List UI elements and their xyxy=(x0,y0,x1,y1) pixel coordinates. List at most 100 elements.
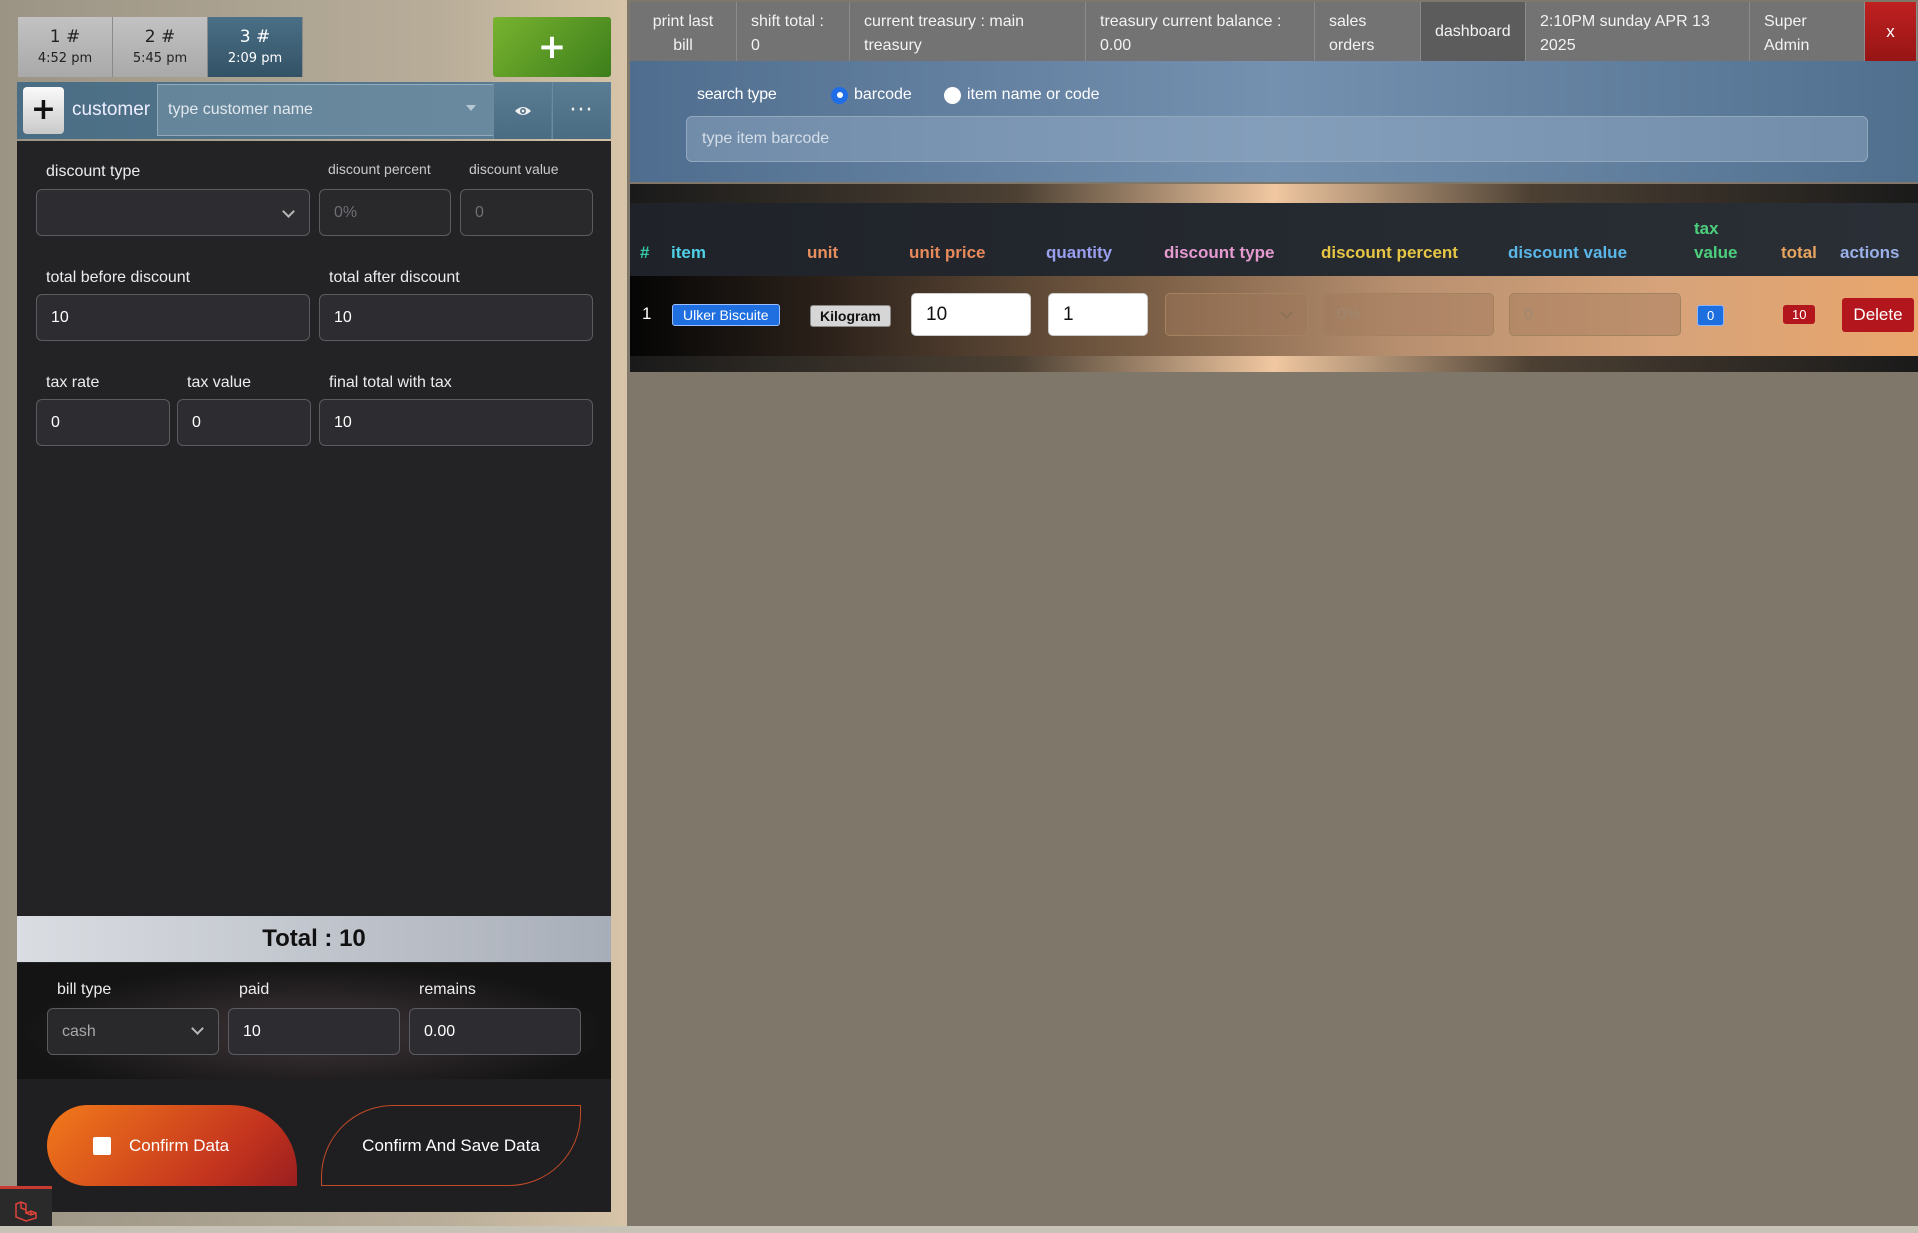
discount-value-label: discount value xyxy=(469,161,559,177)
th-actions: actions xyxy=(1840,243,1900,262)
taskbar xyxy=(0,1226,1918,1233)
th-unit-price: unit price xyxy=(909,243,986,262)
discount-type-label: discount type xyxy=(46,163,141,180)
row-discount-type-select[interactable] xyxy=(1165,293,1308,336)
total-before-discount-label: total before discount xyxy=(46,269,191,286)
th-discount-percent: discount percent xyxy=(1321,243,1458,262)
th-discount-value: discount value xyxy=(1508,243,1628,262)
tax-value-badge: 0 xyxy=(1697,305,1725,326)
total-after-discount-label: total after discount xyxy=(329,269,460,286)
confirm-and-save-button[interactable]: Confirm And Save Data xyxy=(321,1105,581,1186)
bill-type-select[interactable]: cash xyxy=(47,1008,219,1055)
eye-icon xyxy=(514,106,531,115)
bill-type-label: bill type xyxy=(57,981,112,998)
final-total-field[interactable]: 10 xyxy=(319,399,593,446)
discount-percent-input[interactable]: 0% xyxy=(319,189,451,236)
bill-tab-2[interactable]: 2 # 5:45 pm xyxy=(113,17,208,77)
bill-tab-time: 5:45 pm xyxy=(132,51,188,66)
grand-total: Total : 10 xyxy=(17,916,611,962)
pos-left-panel: 1 # 4:52 pm 2 # 5:45 pm 3 # 2:09 pm + + … xyxy=(0,0,627,1233)
row-total-badge: 10 xyxy=(1783,305,1816,324)
bill-tab-number: 1 # xyxy=(49,27,81,47)
caret-down-icon xyxy=(466,105,476,111)
item-option-label: item name or code xyxy=(967,86,1100,103)
bill-type-value: cash xyxy=(62,1022,96,1040)
final-total-label: final total with tax xyxy=(329,374,452,391)
discount-value-input[interactable]: 0 xyxy=(460,189,593,236)
confirm-area: Confirm Data Confirm And Save Data xyxy=(17,1079,611,1212)
view-customer-button[interactable] xyxy=(493,82,551,139)
remains-label: remains xyxy=(419,981,476,998)
paid-input[interactable]: 10 xyxy=(228,1008,400,1055)
chevron-down-icon xyxy=(1280,306,1293,319)
tax-rate-label: tax rate xyxy=(46,374,100,391)
th-unit: unit xyxy=(807,243,839,262)
remains-field[interactable]: 0.00 xyxy=(409,1008,581,1055)
discount-percent-label: discount percent xyxy=(328,161,431,177)
delete-row-button[interactable]: Delete xyxy=(1842,298,1914,332)
unit-price-input[interactable]: 10 xyxy=(911,293,1031,336)
bill-tab-1[interactable]: 1 # 4:52 pm xyxy=(18,17,113,77)
quantity-input[interactable]: 1 xyxy=(1048,293,1148,336)
tax-value-label: tax value xyxy=(187,374,252,391)
top-nav: print last bill shift total : 0 current … xyxy=(630,2,1918,61)
chevron-down-icon xyxy=(191,1022,204,1035)
add-bill-button[interactable]: + xyxy=(493,17,611,77)
bill-tab-3[interactable]: 3 # 2:09 pm xyxy=(208,17,303,77)
close-button[interactable]: x xyxy=(1865,2,1917,61)
th-tax-value: tax value xyxy=(1694,219,1738,262)
barcode-search-input[interactable] xyxy=(686,116,1868,162)
user-name[interactable]: Super Admin xyxy=(1750,2,1865,61)
sales-orders-link[interactable]: sales orders xyxy=(1315,2,1421,61)
chevron-down-icon xyxy=(282,205,295,218)
th-item: item xyxy=(671,243,706,262)
bill-tab-time: 2:09 pm xyxy=(227,51,283,66)
bill-tab-time: 4:52 pm xyxy=(37,51,93,66)
customer-select[interactable] xyxy=(157,84,495,136)
confirm-data-label: Confirm Data xyxy=(129,1135,230,1155)
payment-area: bill type paid remains cash 10 0.00 xyxy=(17,963,611,1079)
treasury-balance: treasury current balance : 0.00 xyxy=(1086,2,1315,61)
confirm-data-button[interactable]: Confirm Data xyxy=(47,1105,297,1186)
discount-type-select[interactable] xyxy=(36,189,310,236)
item-name-badge: Ulker Biscuite xyxy=(672,304,780,326)
shift-total: shift total : 0 xyxy=(737,2,850,61)
table-row: 1 Ulker Biscuite Kilogram 10 1 0% 0 0 10… xyxy=(630,276,1918,356)
radio-unchecked-icon[interactable] xyxy=(944,86,961,104)
bill-tabs: 1 # 4:52 pm 2 # 5:45 pm 3 # 2:09 pm xyxy=(18,17,303,77)
add-customer-button[interactable]: + xyxy=(23,87,64,134)
th-quantity: quantity xyxy=(1046,243,1113,262)
customer-search-input[interactable] xyxy=(158,85,494,135)
confirm-checkbox[interactable] xyxy=(93,1137,111,1155)
table-top-stripe xyxy=(630,184,1918,203)
th-discount-type: discount type xyxy=(1164,243,1275,262)
tax-value-field[interactable]: 0 xyxy=(177,399,311,446)
customer-bar: + customer ··· xyxy=(17,82,611,139)
customer-label: customer xyxy=(72,99,151,120)
tax-rate-field[interactable]: 0 xyxy=(36,399,170,446)
search-type-label: search type xyxy=(697,86,777,103)
bill-tab-number: 2 # xyxy=(144,27,176,47)
search-type-item-option[interactable]: item name or code xyxy=(944,86,1100,104)
dashboard-link[interactable]: dashboard xyxy=(1421,2,1526,61)
total-before-discount-field[interactable]: 10 xyxy=(36,294,310,341)
total-after-discount-field[interactable]: 10 xyxy=(319,294,593,341)
barcode-option-label: barcode xyxy=(854,86,912,103)
item-search-area: search type barcode item name or code xyxy=(630,61,1918,182)
radio-checked-icon[interactable] xyxy=(831,86,848,104)
laravel-icon xyxy=(15,1201,37,1222)
more-options-button[interactable]: ··· xyxy=(552,82,610,139)
current-datetime: 2:10PM sunday APR 13 2025 xyxy=(1526,2,1750,61)
print-last-bill-button[interactable]: print last bill xyxy=(630,2,737,61)
row-discount-percent-input[interactable]: 0% xyxy=(1322,293,1494,336)
paid-label: paid xyxy=(239,981,270,998)
unit-badge: Kilogram xyxy=(810,305,891,327)
search-type-barcode-option[interactable]: barcode xyxy=(831,86,912,104)
th-index: # xyxy=(640,243,650,262)
row-discount-value-input[interactable]: 0 xyxy=(1509,293,1681,336)
table-bottom-stripe xyxy=(630,356,1918,372)
items-table-header: # item unit unit price quantity discount… xyxy=(630,203,1918,276)
bill-tab-number: 3 # xyxy=(239,27,271,47)
row-index: 1 xyxy=(642,304,652,323)
th-total: total xyxy=(1781,243,1817,262)
